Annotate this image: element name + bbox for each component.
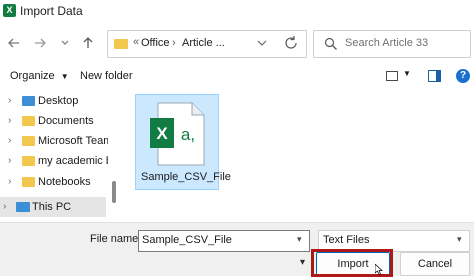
- refresh-icon[interactable]: [283, 35, 299, 51]
- file-name-input[interactable]: Sample_CSV_File ▾: [138, 230, 310, 252]
- file-name-value: Sample_CSV_File: [142, 234, 232, 246]
- sidebar-item-label: Documents: [38, 115, 94, 127]
- window-title: Import Data: [20, 4, 83, 18]
- search-placeholder: Search Article 33: [345, 37, 429, 49]
- chevron-right-icon[interactable]: ›: [8, 131, 11, 151]
- folder-icon: [22, 177, 35, 187]
- breadcrumb-separator: ›: [172, 37, 176, 49]
- excel-app-icon: X: [3, 4, 16, 17]
- desktop-folder-icon: [22, 96, 35, 106]
- file-name-field-label: File name:: [90, 233, 142, 245]
- new-folder-button[interactable]: New folder: [80, 70, 133, 82]
- sidebar-item-label: my academic ba: [38, 155, 108, 167]
- chevron-down-icon[interactable]: [56, 35, 74, 55]
- dropdown-caret-icon: ▼: [60, 72, 69, 81]
- computer-icon: [16, 202, 30, 212]
- view-dropdown-icon[interactable]: ▼: [403, 69, 411, 78]
- file-item[interactable]: X a, Sample_CSV_File: [135, 94, 231, 190]
- cancel-label: Cancel: [417, 258, 453, 270]
- search-box[interactable]: Search Article 33: [313, 30, 471, 58]
- help-icon[interactable]: ?: [456, 69, 470, 83]
- folder-icon: [22, 136, 35, 146]
- sidebar-item-label: This PC: [32, 201, 72, 213]
- sidebar-item-desktop[interactable]: › Desktop: [0, 91, 108, 111]
- mouse-cursor-icon: [374, 263, 383, 275]
- forward-arrow-icon[interactable]: [31, 35, 49, 55]
- sidebar-item-label: Desktop: [38, 95, 79, 107]
- breadcrumb-overflow[interactable]: «: [133, 36, 139, 48]
- sidebar-item-this-pc[interactable]: › This PC: [0, 197, 106, 217]
- sidebar-item-microsoft-teams[interactable]: › Microsoft Teams: [0, 131, 108, 151]
- back-arrow-icon[interactable]: [5, 35, 23, 55]
- breadcrumb-item-article[interactable]: Article ...: [182, 37, 225, 49]
- svg-text:X: X: [156, 124, 168, 143]
- sidebar-scrollbar[interactable]: [112, 181, 116, 203]
- address-bar[interactable]: « Office › Article ...: [107, 30, 307, 58]
- file-name-label: Sample_CSV_File: [141, 171, 231, 183]
- tools-dropdown[interactable]: ▾: [300, 257, 305, 268]
- folder-icon: [22, 116, 35, 126]
- chevron-right-icon[interactable]: ›: [8, 151, 11, 171]
- chevron-right-icon[interactable]: ›: [8, 172, 11, 192]
- chevron-right-icon[interactable]: ›: [3, 197, 6, 217]
- navigation-pane: › Desktop › Documents › Microsoft Teams …: [0, 90, 120, 222]
- organize-button[interactable]: Organize ▼: [10, 70, 69, 82]
- cancel-button[interactable]: Cancel: [400, 252, 470, 276]
- up-arrow-icon[interactable]: [79, 35, 97, 55]
- svg-text:a,: a,: [181, 125, 195, 144]
- sidebar-item-my-academic[interactable]: › my academic ba: [0, 151, 108, 171]
- file-type-value: Text Files: [323, 234, 370, 246]
- folder-icon: [22, 156, 35, 166]
- sidebar-item-notebooks[interactable]: › Notebooks: [0, 172, 108, 192]
- chevron-right-icon[interactable]: ›: [8, 111, 11, 131]
- chevron-down-icon[interactable]: ▾: [297, 234, 302, 245]
- chevron-right-icon[interactable]: ›: [8, 91, 11, 111]
- title-bar: X Import Data: [0, 0, 474, 26]
- preview-pane-icon[interactable]: [428, 70, 441, 82]
- sidebar-item-label: Microsoft Teams: [38, 135, 108, 147]
- folder-icon: [114, 39, 128, 49]
- sidebar-item-label: Notebooks: [38, 176, 91, 188]
- search-icon: [324, 37, 338, 51]
- chevron-down-icon[interactable]: ▾: [457, 234, 462, 245]
- command-toolbar: Organize ▼ New folder ▼ ?: [0, 64, 474, 90]
- organize-label: Organize: [10, 70, 55, 82]
- chevron-down-icon[interactable]: [256, 36, 268, 50]
- view-options-icon[interactable]: [386, 71, 398, 81]
- sidebar-item-documents[interactable]: › Documents: [0, 111, 108, 131]
- breadcrumb-item-office[interactable]: Office: [141, 37, 170, 49]
- excel-csv-icon: X a,: [148, 101, 206, 167]
